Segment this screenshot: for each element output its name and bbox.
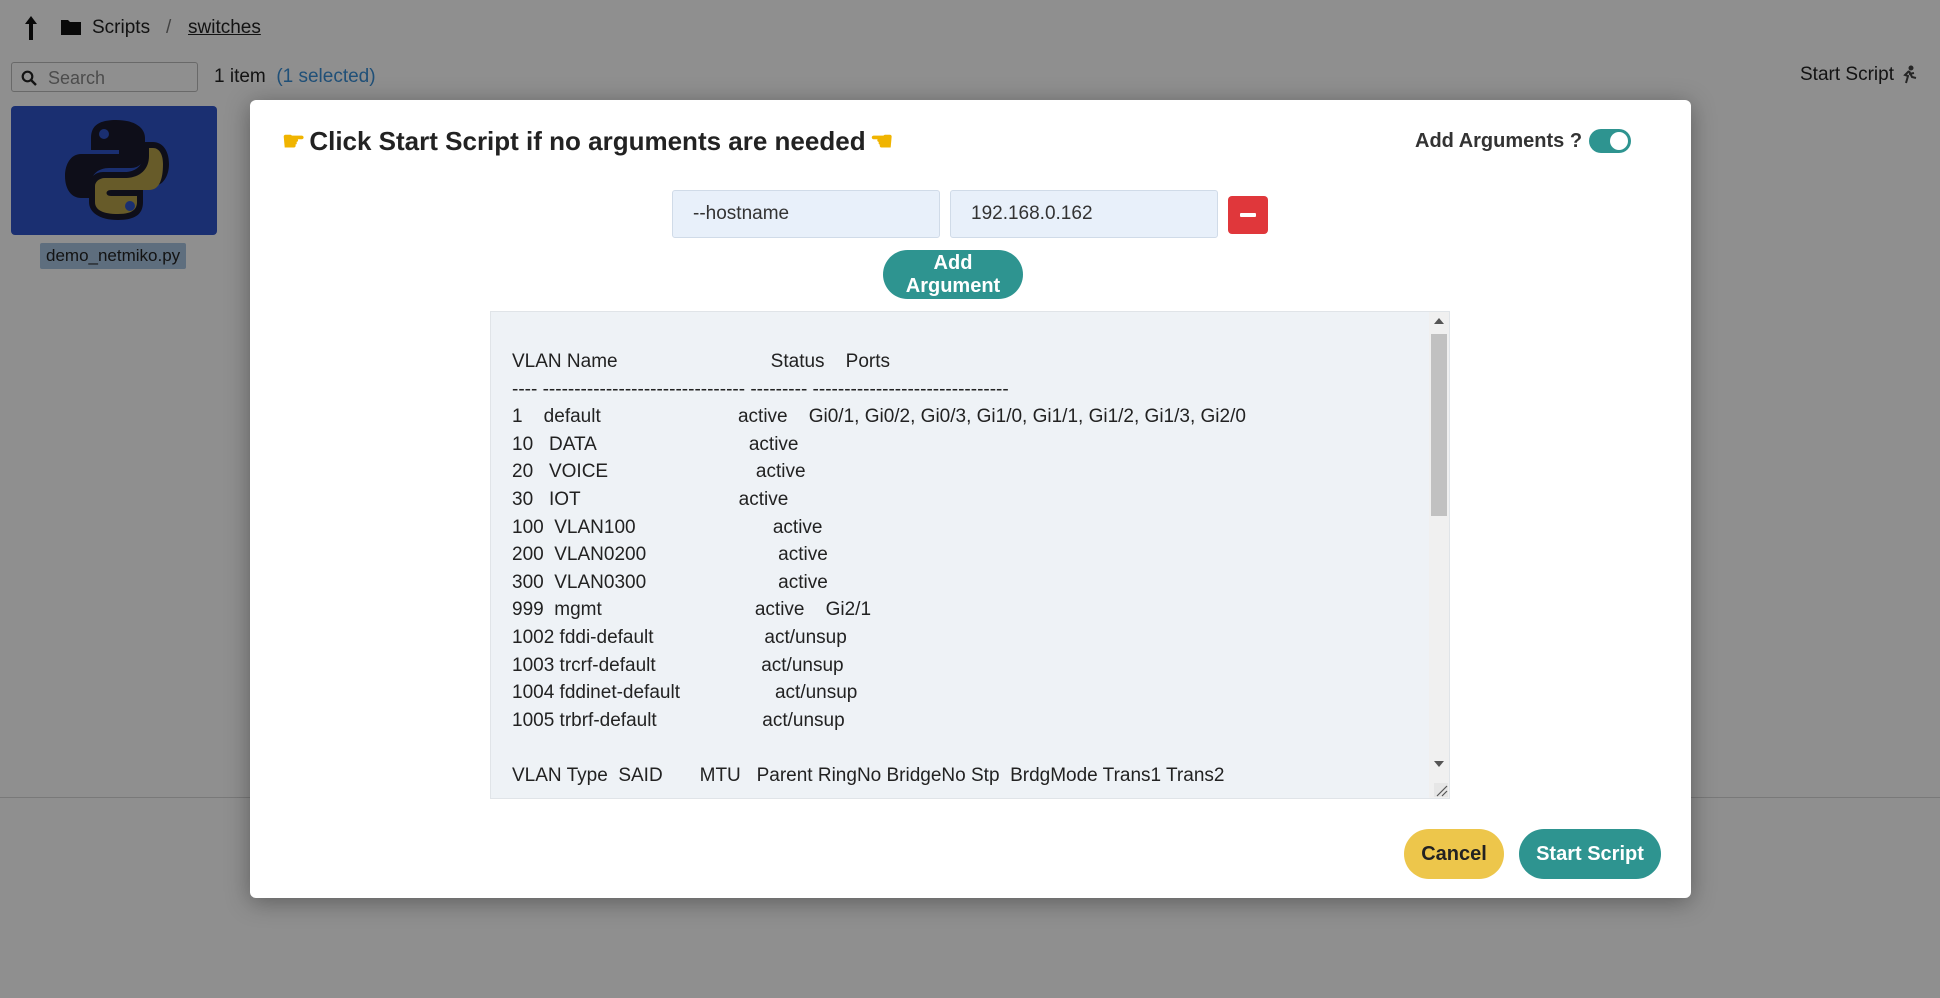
scroll-down-arrow-icon[interactable]	[1434, 761, 1444, 767]
add-arguments-toggle[interactable]	[1589, 129, 1631, 153]
dialog-title: Click Start Script if no arguments are n…	[309, 126, 866, 156]
argument-name-input[interactable]	[672, 190, 940, 238]
remove-argument-button[interactable]	[1228, 196, 1268, 234]
resize-handle-icon[interactable]	[1434, 783, 1448, 797]
start-script-button[interactable]: Start Script	[1519, 829, 1661, 879]
scroll-up-arrow-icon[interactable]	[1434, 318, 1444, 324]
add-arguments-label: Add Arguments ?	[1415, 130, 1583, 152]
cancel-button[interactable]: Cancel	[1404, 829, 1504, 879]
output-scrollbar[interactable]	[1429, 312, 1449, 798]
script-output-textarea[interactable]: VLAN Name Status Ports ---- ------------…	[490, 311, 1450, 799]
toggle-knob	[1610, 132, 1628, 150]
add-argument-button[interactable]: Add Argument	[883, 250, 1023, 299]
dialog-heading: ☛ Click Start Script if no arguments are…	[282, 126, 893, 157]
argument-value-input[interactable]	[950, 190, 1218, 238]
script-output-text: VLAN Name Status Ports ---- ------------…	[512, 351, 1246, 786]
start-script-dialog: ☛ Click Start Script if no arguments are…	[250, 100, 1691, 898]
pointing-right-hand-icon: ☛	[282, 126, 306, 156]
scroll-thumb[interactable]	[1431, 334, 1447, 516]
minus-icon	[1240, 213, 1256, 217]
pointing-left-hand-icon: ☛	[869, 126, 893, 156]
